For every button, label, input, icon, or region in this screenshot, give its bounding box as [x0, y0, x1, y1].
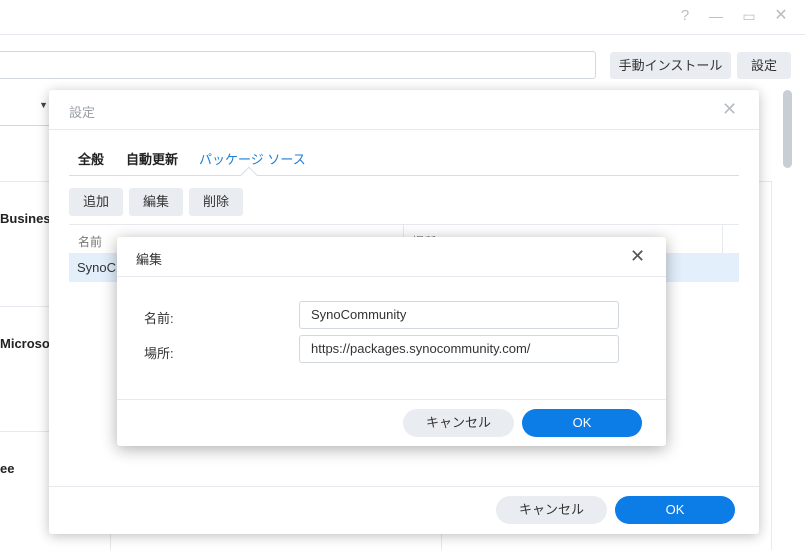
name-label: 名前:	[144, 311, 174, 326]
package-name[interactable]: ee	[0, 461, 14, 476]
ok-button[interactable]: OK	[615, 496, 735, 524]
edit-dialog: 編集 ✕ 名前: SynoCommunity 場所: https://packa…	[117, 237, 666, 446]
dialog-title: 編集	[136, 252, 163, 267]
divider	[771, 181, 772, 550]
add-button[interactable]: 追加	[69, 188, 123, 216]
caret-down-icon: ▼	[39, 100, 48, 110]
divider	[117, 399, 666, 400]
package-name[interactable]: Microso	[0, 336, 50, 351]
window-titlebar: ? — ▭ ✕	[0, 0, 805, 34]
edit-button[interactable]: 編集	[129, 188, 183, 216]
cancel-button[interactable]: キャンセル	[496, 496, 607, 524]
active-tab-indicator	[240, 166, 258, 184]
column-header-name[interactable]: 名前	[78, 233, 102, 250]
manual-install-button[interactable]: 手動インストール	[610, 52, 731, 79]
dialog-title: 設定	[69, 105, 96, 120]
scrollbar[interactable]	[783, 90, 792, 168]
cancel-button[interactable]: キャンセル	[403, 409, 514, 437]
tab-divider	[69, 175, 739, 176]
filter-dropdown[interactable]: ▼	[0, 92, 50, 126]
location-field[interactable]: https://packages.synocommunity.com/	[299, 335, 619, 363]
divider	[49, 129, 759, 130]
row-name-cell: SynoC	[77, 260, 117, 275]
package-name[interactable]: Busines	[0, 211, 51, 226]
ok-button[interactable]: OK	[522, 409, 642, 437]
minimize-icon[interactable]: —	[707, 7, 725, 25]
search-input[interactable]	[0, 51, 596, 79]
help-icon[interactable]: ?	[676, 7, 694, 25]
column-divider[interactable]	[722, 225, 723, 254]
settings-button[interactable]: 設定	[737, 52, 791, 79]
name-field[interactable]: SynoCommunity	[299, 301, 619, 329]
divider	[49, 486, 759, 487]
close-icon[interactable]: ✕	[722, 99, 737, 119]
divider	[0, 34, 805, 35]
tab-auto-update[interactable]: 自動更新	[126, 149, 178, 168]
location-label: 場所:	[144, 346, 174, 361]
close-icon[interactable]: ✕	[630, 246, 645, 266]
maximize-icon[interactable]: ▭	[740, 7, 758, 25]
tab-package-sources[interactable]: パッケージ ソース	[199, 149, 306, 168]
delete-button[interactable]: 削除	[189, 188, 243, 216]
close-icon[interactable]: ✕	[772, 7, 790, 25]
divider	[117, 276, 666, 277]
tab-general[interactable]: 全般	[78, 149, 104, 168]
